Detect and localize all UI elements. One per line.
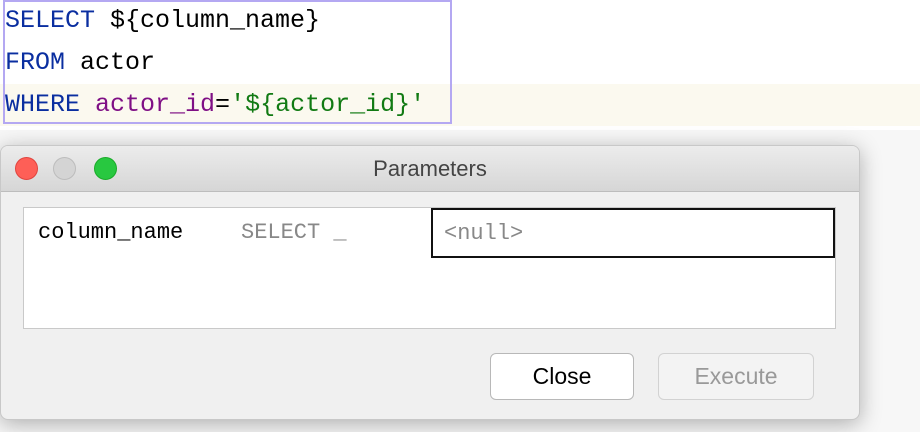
param-value-input[interactable]: <null> (431, 208, 835, 258)
dialog-title: Parameters (373, 156, 487, 181)
param-context: SELECT _ (241, 220, 347, 245)
execute-button[interactable]: Execute (658, 353, 814, 400)
title-bar[interactable]: Parameters (1, 146, 859, 192)
parameters-dialog: Parameters column_name SELECT _ <null> C… (0, 145, 860, 420)
sql-editor[interactable]: SELECT ${column_name} FROM actor WHERE a… (0, 0, 920, 130)
selection-box (3, 0, 452, 124)
param-value-placeholder: <null> (444, 221, 524, 246)
close-button[interactable]: Close (490, 353, 634, 400)
parameters-table: column_name SELECT _ <null> (23, 207, 836, 329)
param-name: column_name (38, 220, 184, 245)
